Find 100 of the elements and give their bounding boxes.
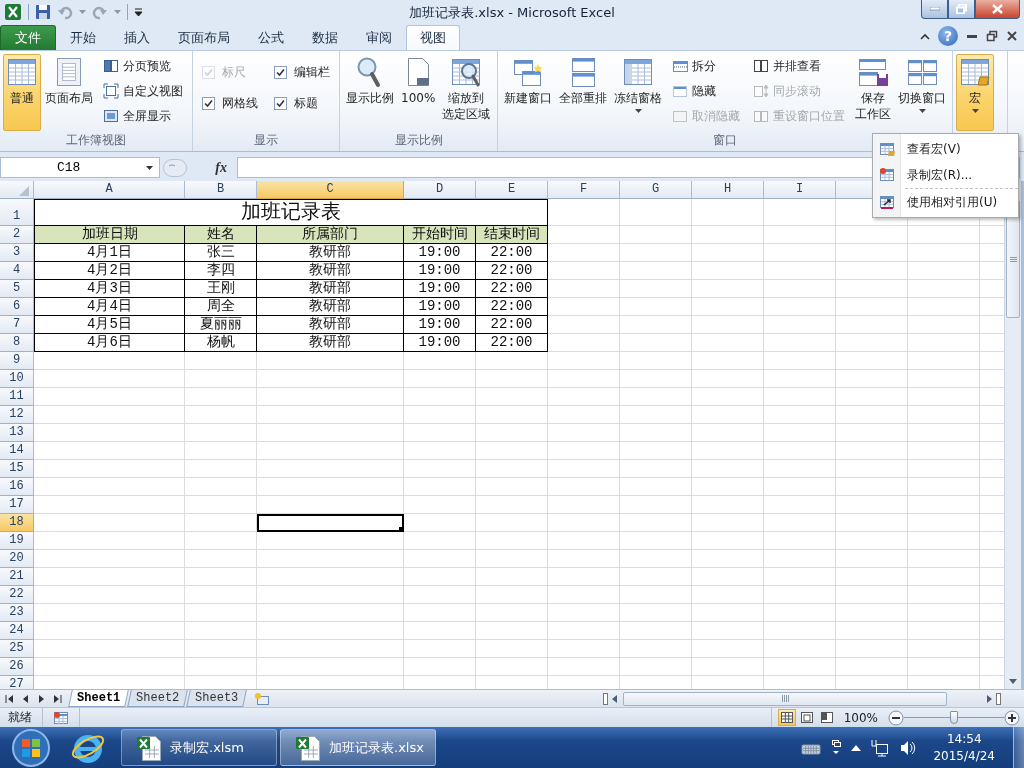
row-header[interactable]: 17: [0, 496, 34, 514]
ribbon-button[interactable]: 并排查看: [751, 55, 847, 77]
ribbon-tab[interactable]: 审阅: [352, 25, 406, 50]
column-header[interactable]: F: [548, 181, 620, 199]
record-macro-icon[interactable]: [53, 710, 69, 725]
row-header[interactable]: 15: [0, 460, 34, 478]
ribbon-button[interactable]: 切换窗口: [895, 54, 949, 131]
column-header[interactable]: C: [257, 181, 404, 199]
ribbon-tab[interactable]: 数据: [298, 25, 352, 50]
row-header[interactable]: 1: [0, 199, 34, 226]
menu-item[interactable]: 使用相对引用(U): [873, 189, 1018, 215]
zoom-out-icon[interactable]: [888, 709, 904, 726]
row-header[interactable]: 22: [0, 586, 34, 604]
split-box-icon[interactable]: [603, 692, 608, 705]
zoom-in-icon[interactable]: [1004, 709, 1020, 726]
row-header[interactable]: 8: [0, 334, 34, 352]
ribbon-button[interactable]: 分页预览: [101, 55, 185, 77]
row-header[interactable]: 18: [0, 514, 34, 532]
maximize-button[interactable]: [948, 0, 975, 19]
row-header[interactable]: 4: [0, 262, 34, 280]
fill-handle[interactable]: [399, 527, 404, 532]
ribbon-button[interactable]: 隐藏: [670, 80, 742, 102]
last-sheet-icon[interactable]: [53, 693, 62, 704]
close-icon[interactable]: [1006, 30, 1018, 42]
row-header[interactable]: 27: [0, 676, 34, 689]
expand-handle-icon[interactable]: [163, 158, 187, 177]
row-header[interactable]: 10: [0, 370, 34, 388]
row-header[interactable]: 2: [0, 226, 34, 244]
sheet-tab[interactable]: Sheet3: [186, 690, 248, 707]
ribbon-button[interactable]: 全部重排: [556, 54, 610, 131]
column-header[interactable]: A: [34, 181, 185, 199]
vertical-scrollbar[interactable]: [1004, 181, 1021, 689]
ribbon-button[interactable]: 新建窗口: [501, 54, 555, 131]
column-header[interactable]: G: [620, 181, 692, 199]
ribbon-button[interactable]: 显示比例: [343, 54, 397, 131]
ribbon-button[interactable]: 缩放到 选定区域: [439, 54, 494, 131]
network-icon[interactable]: [871, 738, 890, 757]
row-header[interactable]: 11: [0, 388, 34, 406]
row-header[interactable]: 9: [0, 352, 34, 370]
insert-function-button[interactable]: fx: [215, 159, 227, 176]
split-box-icon[interactable]: [996, 692, 1001, 705]
checkbox[interactable]: 网格线: [202, 95, 258, 112]
row-header[interactable]: 16: [0, 478, 34, 496]
row-header[interactable]: 20: [0, 550, 34, 568]
ribbon-button[interactable]: 宏: [956, 54, 994, 131]
new-sheet-icon[interactable]: [253, 691, 270, 706]
ribbon-button[interactable]: 页面布局: [42, 54, 96, 131]
sheet-tab[interactable]: Sheet1: [68, 690, 130, 707]
customize-icon[interactable]: [134, 7, 143, 17]
scroll-left-icon[interactable]: [612, 694, 617, 703]
minimize-button[interactable]: [921, 0, 948, 19]
row-header[interactable]: 13: [0, 424, 34, 442]
ribbon-tab[interactable]: 插入: [110, 25, 164, 50]
close-button[interactable]: [975, 0, 1020, 19]
active-cell[interactable]: [257, 514, 404, 532]
row-header[interactable]: 5: [0, 280, 34, 298]
checkbox[interactable]: 标题: [274, 95, 330, 112]
previous-sheet-icon[interactable]: [21, 693, 30, 704]
column-header[interactable]: H: [692, 181, 764, 199]
column-header[interactable]: I: [764, 181, 836, 199]
menu-item[interactable]: 查看宏(V): [873, 136, 1018, 162]
name-box[interactable]: C18: [0, 157, 160, 178]
ribbon-button[interactable]: 全屏显示: [101, 105, 185, 127]
save-icon[interactable]: [35, 4, 51, 20]
row-header[interactable]: 23: [0, 604, 34, 622]
ribbon-button[interactable]: 保存 工作区: [852, 54, 894, 131]
column-header[interactable]: D: [404, 181, 476, 199]
taskbar-button[interactable]: 加班记录表.xlsx: [280, 729, 436, 766]
ribbon-tab[interactable]: 页面布局: [164, 25, 244, 50]
row-header[interactable]: 24: [0, 622, 34, 640]
scroll-right-icon[interactable]: [987, 694, 992, 703]
row-header[interactable]: 6: [0, 298, 34, 316]
restore-icon[interactable]: [986, 30, 998, 42]
row-header[interactable]: 26: [0, 658, 34, 676]
ribbon-button[interactable]: 100%: [398, 54, 439, 131]
row-header[interactable]: 12: [0, 406, 34, 424]
next-sheet-icon[interactable]: [37, 693, 46, 704]
first-sheet-icon[interactable]: [5, 693, 14, 704]
sheet-tab[interactable]: Sheet2: [127, 690, 189, 707]
column-header[interactable]: E: [476, 181, 548, 199]
ribbon-tab[interactable]: 文件: [0, 25, 56, 50]
row-header[interactable]: 21: [0, 568, 34, 586]
ribbon-tab[interactable]: 开始: [56, 25, 110, 50]
ribbon-button[interactable]: 冻结窗格: [611, 54, 665, 131]
taskbar-button[interactable]: 录制宏.xlsm: [121, 729, 277, 766]
collapse-ribbon-icon[interactable]: [920, 32, 930, 40]
row-header[interactable]: 25: [0, 640, 34, 658]
row-header[interactable]: 14: [0, 442, 34, 460]
ribbon-tab[interactable]: 公式: [244, 25, 298, 50]
row-header[interactable]: 19: [0, 532, 34, 550]
ribbon-button[interactable]: 拆分: [670, 55, 742, 77]
column-header[interactable]: B: [185, 181, 257, 199]
speaker-icon[interactable]: [899, 739, 918, 756]
ribbon-tab[interactable]: 视图: [406, 25, 460, 50]
row-header[interactable]: 3: [0, 244, 34, 262]
view-button[interactable]: [777, 709, 796, 726]
ribbon-button[interactable]: 自定义视图: [101, 80, 185, 102]
zoom-slider[interactable]: [904, 710, 1004, 725]
ribbon-button[interactable]: 普通: [3, 54, 41, 131]
scroll-thumb[interactable]: [623, 691, 947, 706]
